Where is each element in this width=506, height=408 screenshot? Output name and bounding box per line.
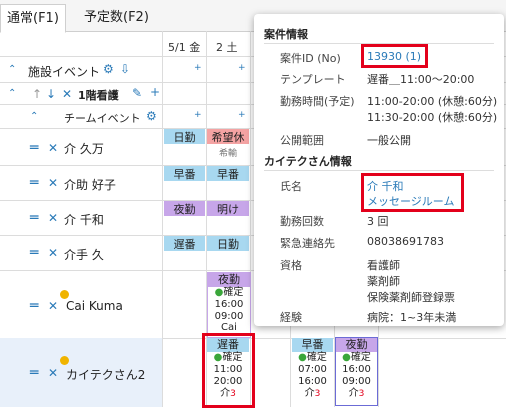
case-info-popup: 案件情報 案件ID (No) 13930 (1) テンプレート 遅番＿11:00… [254, 14, 504, 326]
shift-start: 16:00 [214, 299, 244, 310]
count-label: 勤務回数 [280, 215, 324, 228]
gear-icon[interactable]: ⚙ [146, 110, 157, 122]
shift-cell[interactable]: 日勤 [164, 129, 205, 144]
close-icon[interactable]: ✕ [48, 247, 58, 259]
shift-worker: 介 [348, 388, 359, 399]
arrow-up-icon[interactable]: ↑ [32, 88, 42, 100]
staff-name[interactable]: 介 久万 [64, 140, 104, 157]
group-label: 1階看護 [78, 89, 119, 102]
close-icon[interactable]: ✕ [48, 177, 58, 189]
shift-cell[interactable]: 日勤 [207, 236, 249, 251]
collapse-icon[interactable]: ⌃ [8, 88, 16, 100]
drag-handle-icon[interactable]: ═ [30, 366, 38, 380]
name-label: 氏名 [280, 180, 302, 193]
gear-icon[interactable]: ⚙ [103, 63, 114, 75]
qualification-3: 保険薬剤師登録票 [367, 291, 455, 304]
close-icon[interactable]: ✕ [48, 300, 58, 312]
team-event-label: チームイベント [64, 112, 141, 125]
staff-name[interactable]: Cai Kuma [66, 299, 123, 313]
drag-handle-icon[interactable]: ═ [30, 299, 38, 313]
staff-name[interactable]: 介 千和 [64, 211, 104, 228]
collapse-icon[interactable]: ⌃ [8, 64, 16, 76]
shift-cell[interactable]: 早番 [207, 166, 249, 181]
count-value: 3 回 [367, 215, 389, 228]
shift-count: 3 [358, 389, 365, 399]
drag-handle-icon[interactable]: ═ [30, 141, 38, 155]
shift-end: 09:00 [342, 376, 371, 387]
scope-value: 一般公開 [367, 134, 411, 147]
avatar [60, 356, 69, 365]
export-icon[interactable]: ⇩ [120, 63, 130, 75]
shift-card[interactable]: 夜勤 ●確定 16:00 09:00 介3 [335, 337, 378, 406]
check-icon: ● [298, 352, 307, 363]
shift-note: 希輸 [218, 149, 237, 159]
shift-cell[interactable]: 早番 [164, 166, 205, 181]
shift-title: 夜勤 [336, 338, 377, 352]
shift-cell[interactable]: 希望休 [207, 129, 249, 144]
shift-title: 夜勤 [208, 273, 250, 287]
drag-handle-icon[interactable]: ═ [30, 176, 38, 190]
staff-name[interactable]: 介手 久 [64, 246, 104, 263]
shift-title: 早番 [292, 338, 333, 352]
shift-end: 16:00 [298, 376, 327, 387]
shift-card[interactable]: 早番 ●確定 07:00 16:00 介3 [292, 338, 333, 404]
tab-planned-count[interactable]: 予定数(F2) [78, 4, 155, 31]
hours-value-2: 11:30-20:00 (休憩:60分) [367, 111, 498, 124]
template-label: テンプレート [280, 73, 346, 86]
highlight-box [202, 333, 255, 408]
arrow-down-icon[interactable]: ↓ [46, 88, 56, 100]
shift-start: 16:00 [342, 364, 371, 375]
qualification-1: 看護師 [367, 259, 400, 272]
highlight-box [361, 44, 428, 68]
drag-handle-icon[interactable]: ═ [30, 246, 38, 260]
hours-label: 勤務時間(予定) [280, 95, 355, 108]
shift-start: 07:00 [298, 364, 327, 375]
add-icon[interactable]: + [194, 110, 202, 120]
qualification-label: 資格 [280, 259, 302, 272]
staff-name[interactable]: カイテクさん2 [66, 366, 145, 383]
check-icon: ● [342, 352, 351, 363]
close-icon[interactable]: ✕ [48, 142, 58, 154]
close-icon[interactable]: ✕ [48, 367, 58, 379]
avatar [60, 290, 69, 299]
experience-value: 病院：1~3年未満 [367, 311, 457, 324]
shift-cell[interactable]: 明け [207, 201, 249, 216]
shift-cell[interactable]: 遅番 [164, 236, 205, 251]
emergency-value: 08038691783 [367, 235, 444, 248]
drag-handle-icon[interactable]: ═ [30, 211, 38, 225]
shift-status: 確定 [223, 287, 244, 298]
template-value: 遅番＿11:00〜20:00 [367, 73, 475, 86]
shift-worker: Cai [221, 322, 237, 333]
scope-label: 公開範囲 [280, 134, 324, 147]
shift-status: 確定 [350, 352, 371, 363]
facility-event-label: 施設イベント [28, 65, 101, 79]
worker-section-title: カイテクさん情報 [264, 155, 352, 168]
collapse-icon[interactable]: ⌃ [30, 111, 38, 123]
emergency-label: 緊急連絡先 [280, 237, 335, 250]
case-section-title: 案件情報 [264, 28, 308, 41]
highlight-box [361, 173, 464, 212]
shift-cell[interactable]: 夜勤 [164, 201, 205, 216]
date-header-1: 5/1 金 [168, 41, 201, 54]
shift-worker: 介 [304, 388, 315, 399]
add-icon[interactable]: + [238, 110, 246, 120]
shift-card[interactable]: 夜勤 ●確定 16:00 09:00 Cai [207, 272, 251, 338]
date-header-2: 2 土 [216, 41, 238, 54]
shift-status: 確定 [306, 352, 327, 363]
tab-normal[interactable]: 通常(F1) [0, 4, 66, 33]
hours-value-1: 11:00-20:00 (休憩:60分) [367, 95, 498, 108]
case-id-label: 案件ID (No) [280, 52, 341, 65]
shift-count: 3 [314, 389, 321, 399]
experience-label: 経験 [280, 311, 302, 324]
add-icon[interactable]: + [194, 63, 202, 73]
edit-icon[interactable]: ✎ [132, 87, 142, 99]
staff-name[interactable]: 介助 好子 [64, 176, 116, 193]
add-icon[interactable]: + [238, 63, 246, 73]
add-icon[interactable]: + [150, 86, 160, 98]
close-icon[interactable]: ✕ [62, 88, 72, 100]
close-icon[interactable]: ✕ [48, 212, 58, 224]
qualification-2: 薬剤師 [367, 275, 400, 288]
